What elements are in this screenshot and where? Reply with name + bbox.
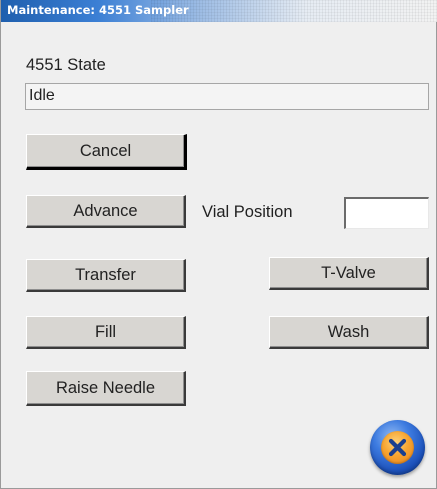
title-bar-texture <box>151 0 437 22</box>
title-bar: Maintenance: 4551 Sampler <box>1 0 437 22</box>
state-label: 4551 State <box>26 56 106 74</box>
t-valve-button[interactable]: T-Valve <box>269 257 429 290</box>
maintenance-window: Maintenance: 4551 Sampler 4551 State Idl… <box>0 0 437 489</box>
window-title: Maintenance: 4551 Sampler <box>7 3 189 17</box>
cancel-button[interactable]: Cancel <box>26 134 187 170</box>
wash-button[interactable]: Wash <box>269 316 429 349</box>
transfer-button[interactable]: Transfer <box>26 259 186 292</box>
fill-button[interactable]: Fill <box>26 316 186 349</box>
close-button[interactable] <box>370 420 425 475</box>
raise-needle-button[interactable]: Raise Needle <box>26 371 186 406</box>
vial-position-label: Vial Position <box>202 203 293 221</box>
state-value: Idle <box>25 83 429 110</box>
vial-position-input[interactable] <box>344 197 429 229</box>
advance-button[interactable]: Advance <box>26 195 186 228</box>
close-icon <box>388 438 407 457</box>
